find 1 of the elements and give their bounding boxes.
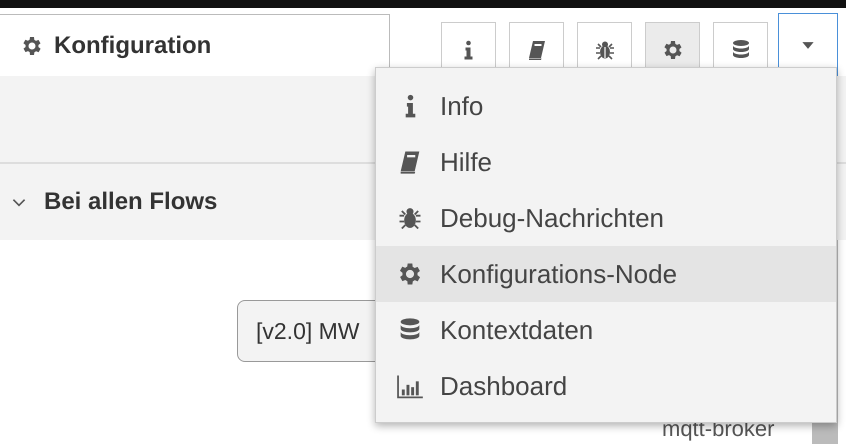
node-type-label: mqtt-broker <box>662 418 774 440</box>
